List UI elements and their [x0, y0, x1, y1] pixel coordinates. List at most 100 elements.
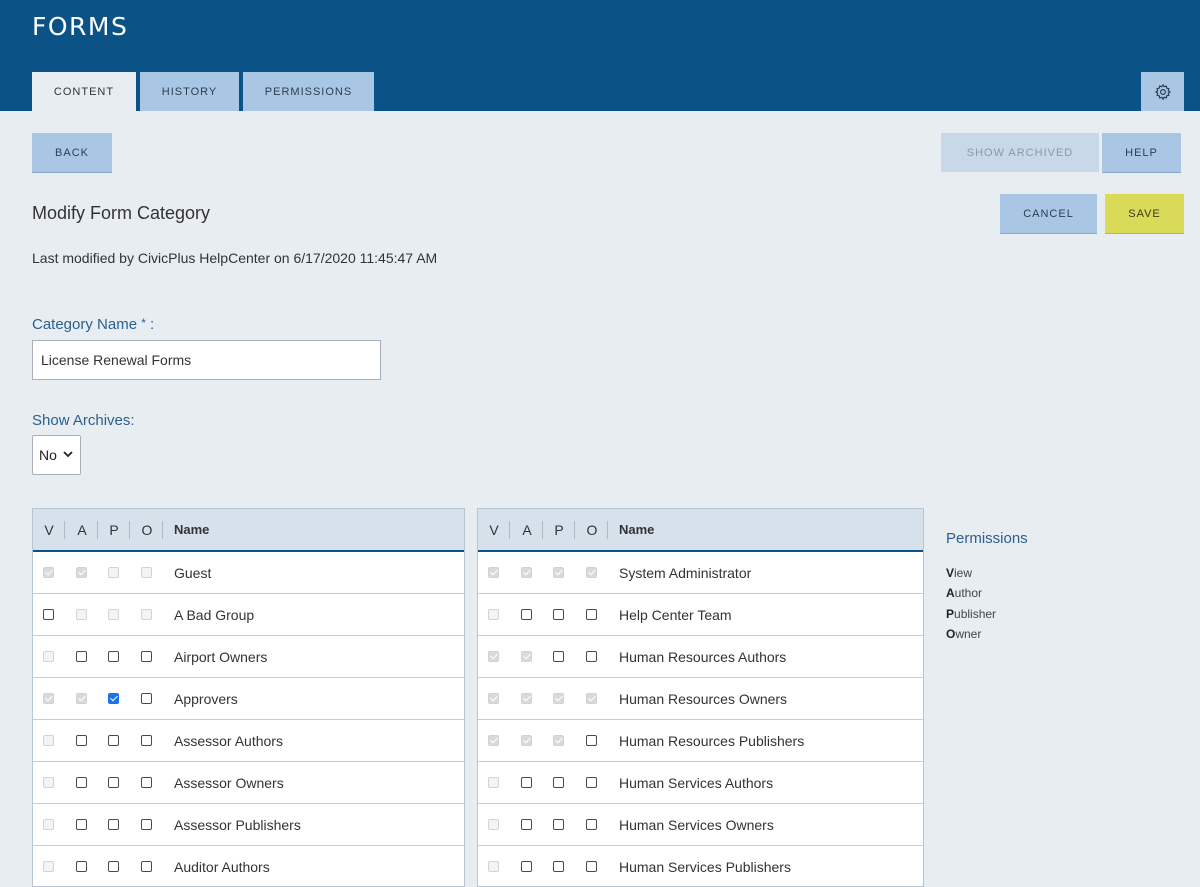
publisher-checkbox[interactable]	[108, 735, 119, 746]
col-author: A	[522, 521, 532, 538]
author-checkbox[interactable]	[521, 777, 532, 788]
table-row: Human Resources Authors	[478, 636, 923, 678]
tab-content[interactable]: CONTENT	[32, 72, 136, 111]
publisher-checkbox[interactable]	[108, 651, 119, 662]
author-checkbox[interactable]	[521, 819, 532, 830]
group-name: Auditor Authors	[174, 859, 270, 875]
tab-history[interactable]: HISTORY	[140, 72, 239, 111]
publisher-checkbox	[553, 567, 564, 578]
last-modified-text: Last modified by CivicPlus HelpCenter on…	[32, 250, 438, 266]
col-owner: O	[141, 521, 153, 538]
owner-checkbox[interactable]	[141, 693, 152, 704]
publisher-checkbox[interactable]	[108, 693, 119, 704]
publisher-checkbox[interactable]	[553, 651, 564, 662]
owner-checkbox[interactable]	[586, 777, 597, 788]
group-name: Human Resources Owners	[619, 691, 788, 707]
publisher-checkbox[interactable]	[553, 819, 564, 830]
group-name: Help Center Team	[619, 607, 732, 623]
legend-item-author: Author	[946, 586, 983, 600]
chevron-down-icon	[63, 450, 73, 461]
table-row: Human Resources Publishers	[478, 720, 923, 762]
owner-checkbox[interactable]	[141, 735, 152, 746]
legend-item-owner: Owner	[946, 627, 982, 641]
view-checkbox	[43, 777, 54, 788]
view-checkbox	[488, 567, 499, 578]
back-button[interactable]: BACK	[32, 133, 112, 172]
owner-checkbox[interactable]	[586, 609, 597, 620]
category-name-label: Category Name * :	[32, 316, 155, 333]
show-archives-select[interactable]: No	[32, 435, 81, 475]
show-archived-button[interactable]: SHOW ARCHIVED	[941, 133, 1099, 172]
publisher-checkbox	[553, 693, 564, 704]
owner-checkbox[interactable]	[586, 819, 597, 830]
show-archives-value: No	[39, 447, 57, 463]
view-checkbox	[488, 777, 499, 788]
table-row: Human Services Authors	[478, 762, 923, 804]
table-row: Airport Owners	[33, 636, 464, 678]
author-checkbox[interactable]	[76, 861, 87, 872]
owner-checkbox[interactable]	[586, 735, 597, 746]
save-button[interactable]: SAVE	[1105, 194, 1184, 233]
table-row: System Administrator	[478, 552, 923, 594]
publisher-checkbox	[108, 609, 119, 620]
owner-checkbox	[141, 567, 152, 578]
publisher-checkbox[interactable]	[108, 861, 119, 872]
publisher-checkbox[interactable]	[553, 609, 564, 620]
settings-button[interactable]	[1141, 72, 1184, 111]
owner-checkbox[interactable]	[586, 651, 597, 662]
view-checkbox	[488, 609, 499, 620]
table-header: V A P O Name	[33, 509, 464, 552]
author-checkbox	[521, 651, 532, 662]
group-name: System Administrator	[619, 565, 752, 581]
group-name: A Bad Group	[174, 607, 255, 623]
author-checkbox[interactable]	[76, 735, 87, 746]
owner-checkbox	[586, 693, 597, 704]
publisher-checkbox[interactable]	[108, 819, 119, 830]
group-name: Assessor Publishers	[174, 817, 301, 833]
table-row: Human Services Owners	[478, 804, 923, 846]
publisher-checkbox[interactable]	[553, 861, 564, 872]
category-name-input[interactable]: License Renewal Forms	[32, 340, 381, 380]
author-checkbox[interactable]	[76, 819, 87, 830]
form-heading: Modify Form Category	[32, 203, 211, 223]
view-checkbox[interactable]	[43, 609, 54, 620]
table-row: Assessor Owners	[33, 762, 464, 804]
view-checkbox	[43, 693, 54, 704]
group-name: Guest	[174, 565, 212, 581]
group-name: Human Resources Authors	[619, 649, 787, 665]
owner-checkbox	[141, 609, 152, 620]
table-row: Human Resources Owners	[478, 678, 923, 720]
owner-checkbox[interactable]	[141, 819, 152, 830]
author-checkbox[interactable]	[521, 861, 532, 872]
col-publisher: P	[109, 521, 119, 538]
owner-checkbox[interactable]	[586, 861, 597, 872]
tab-permissions[interactable]: PERMISSIONS	[243, 72, 374, 111]
page-title: FORMS	[32, 12, 129, 41]
help-button[interactable]: HELP	[1102, 133, 1181, 172]
publisher-checkbox[interactable]	[553, 777, 564, 788]
view-checkbox	[43, 567, 54, 578]
table-row: Human Services Publishers	[478, 846, 923, 886]
group-name: Human Services Authors	[619, 775, 774, 791]
col-name: Name	[174, 522, 210, 537]
author-checkbox	[521, 567, 532, 578]
permissions-table-left: V A P O Name Guest A Bad Group Airport Own…	[32, 508, 465, 887]
owner-checkbox[interactable]	[141, 651, 152, 662]
author-checkbox[interactable]	[76, 651, 87, 662]
table-row: Assessor Authors	[33, 720, 464, 762]
group-name: Human Resources Publishers	[619, 733, 805, 749]
author-checkbox[interactable]	[521, 609, 532, 620]
view-checkbox	[43, 651, 54, 662]
author-checkbox	[76, 567, 87, 578]
show-archives-label: Show Archives:	[32, 412, 135, 429]
publisher-checkbox[interactable]	[108, 777, 119, 788]
cancel-button[interactable]: CANCEL	[1000, 194, 1097, 233]
author-checkbox[interactable]	[76, 777, 87, 788]
view-checkbox	[488, 651, 499, 662]
permissions-table-right: V A P O Name System Administrator Help Ce…	[477, 508, 924, 887]
owner-checkbox[interactable]	[141, 861, 152, 872]
view-checkbox	[43, 819, 54, 830]
owner-checkbox[interactable]	[141, 777, 152, 788]
author-checkbox	[76, 693, 87, 704]
col-view: V	[489, 521, 499, 538]
